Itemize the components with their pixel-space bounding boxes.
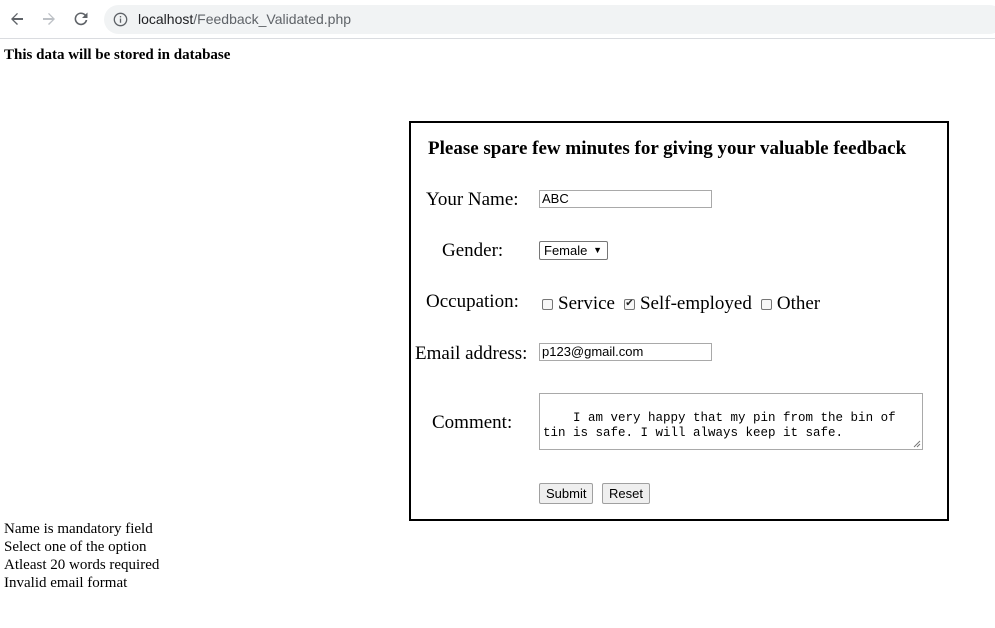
- browser-toolbar: localhost/Feedback_Validated.php: [0, 0, 995, 39]
- email-label: Email address:: [415, 343, 528, 364]
- url-host: localhost: [138, 11, 194, 27]
- comment-text: I am very happy that my pin from the bin…: [543, 411, 904, 440]
- name-label: Your Name:: [426, 189, 519, 210]
- feedback-form: Please spare few minutes for giving your…: [409, 121, 949, 521]
- other-checkbox[interactable]: [760, 298, 772, 310]
- storage-notice: This data will be stored in database: [4, 47, 231, 63]
- error-comment: Atleast 20 words required: [4, 557, 160, 573]
- dropdown-arrow-icon: ▼: [593, 245, 602, 255]
- service-checkbox[interactable]: [542, 298, 553, 310]
- name-input[interactable]: ABC: [539, 190, 712, 208]
- gender-select[interactable]: Female ▼: [539, 241, 608, 260]
- reset-button[interactable]: Reset: [602, 483, 650, 504]
- self-employed-checkbox[interactable]: ✔: [623, 298, 635, 310]
- gender-selected-value: Female: [544, 243, 588, 258]
- occupation-options: Service ✔ Self-employed Other: [542, 293, 829, 315]
- forward-button[interactable]: [38, 8, 60, 30]
- submit-button[interactable]: Submit: [539, 483, 594, 504]
- url-text[interactable]: localhost/Feedback_Validated.php: [138, 11, 351, 27]
- arrow-left-icon: [11, 13, 23, 25]
- resize-handle-icon[interactable]: [913, 440, 921, 448]
- self-employed-label: Self-employed: [639, 293, 752, 314]
- error-name: Name is mandatory field: [4, 521, 153, 537]
- email-input[interactable]: p123@gmail.com: [539, 343, 712, 361]
- gender-label: Gender:: [442, 240, 504, 261]
- url-path: /Feedback_Validated.php: [193, 11, 352, 27]
- validation-errors: Name is mandatory field Select one of th…: [4, 520, 159, 592]
- other-label: Other: [776, 293, 821, 314]
- service-label: Service: [558, 293, 615, 314]
- info-icon[interactable]: [113, 12, 128, 27]
- arrow-right-icon: [43, 13, 55, 25]
- comment-textarea[interactable]: I am very happy that my pin from the bin…: [539, 393, 923, 450]
- reload-button[interactable]: [70, 8, 92, 30]
- error-occupation: Select one of the option: [4, 539, 147, 555]
- occupation-label: Occupation:: [426, 291, 519, 312]
- back-button[interactable]: [6, 8, 28, 30]
- error-email: Invalid email format: [4, 575, 128, 591]
- reload-icon: [74, 12, 88, 26]
- comment-label: Comment:: [432, 412, 513, 433]
- form-title: Please spare few minutes for giving your…: [428, 138, 907, 159]
